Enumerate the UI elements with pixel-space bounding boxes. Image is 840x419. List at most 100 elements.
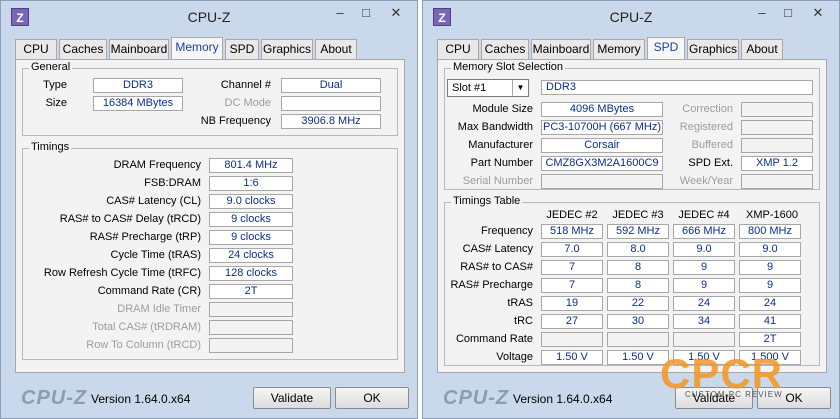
cpcr-watermark: CPCR CUSTOM PC REVIEW [660, 350, 800, 399]
registered-value [741, 120, 813, 135]
table-cell: 27 [541, 314, 603, 329]
module-size-value: 4096 MBytes [541, 102, 663, 117]
timing-label: Row Refresh Cycle Time (tRFC) [43, 267, 201, 279]
spd-ext-value: XMP 1.2 [741, 156, 813, 171]
week-year-value [741, 174, 813, 189]
chevron-down-icon[interactable]: ▼ [512, 80, 528, 96]
serial-number-value [541, 174, 663, 189]
cpuz-brand-logo: CPU-Z [21, 387, 88, 409]
timing-label: Row To Column (tRCD) [86, 339, 201, 351]
memory-slot-selection-group: Memory Slot Selection Slot #1 ▼ DDR3 Mod… [444, 61, 820, 190]
column-header: JEDEC #3 [612, 209, 664, 221]
title-bar[interactable]: Z CPU-Z – □ ✕ [1, 1, 417, 33]
tab-spd[interactable]: SPD [225, 39, 259, 59]
manufacturer-value: Corsair [541, 138, 663, 153]
tab-cpu[interactable]: CPU [437, 39, 479, 59]
minimize-icon[interactable]: – [751, 4, 773, 22]
tab-memory[interactable]: Memory [171, 37, 223, 60]
maximize-icon[interactable]: □ [777, 4, 799, 22]
timing-value: 9 clocks [209, 212, 293, 227]
registered-label: Registered [679, 121, 733, 133]
validate-button[interactable]: Validate [253, 387, 331, 409]
table-cell: 666 MHz [673, 224, 735, 239]
slot-group-title: Memory Slot Selection [451, 61, 566, 73]
tab-mainboard[interactable]: Mainboard [531, 39, 591, 59]
table-cell [541, 332, 603, 347]
timing-value [209, 302, 293, 317]
tab-caches[interactable]: Caches [59, 39, 107, 59]
tab-cpu[interactable]: CPU [15, 39, 57, 59]
tab-memory[interactable]: Memory [593, 39, 645, 59]
table-cell: 9 [739, 260, 801, 275]
part-number-label: Part Number [470, 157, 533, 169]
table-cell: 8 [607, 278, 669, 293]
timing-label: FSB:DRAM [144, 177, 201, 189]
ok-button[interactable]: OK [335, 387, 409, 409]
close-icon[interactable]: ✕ [379, 4, 413, 22]
timing-label: Command Rate (CR) [97, 285, 201, 297]
tab-graphics[interactable]: Graphics [687, 39, 739, 59]
table-row-label: Command Rate [455, 333, 533, 345]
table-cell: 24 [739, 296, 801, 311]
maximize-icon[interactable]: □ [355, 4, 377, 22]
table-cell: 9 [739, 278, 801, 293]
table-row-label: CAS# Latency [462, 243, 533, 255]
minimize-icon[interactable]: – [329, 4, 351, 22]
timing-value: 24 clocks [209, 248, 293, 263]
timings-table-title: Timings Table [451, 195, 523, 207]
table-row-label: RAS# Precharge [450, 279, 533, 291]
table-row-label: RAS# to CAS# [460, 261, 533, 273]
tab-spd[interactable]: SPD [647, 37, 685, 60]
dc-mode-value [281, 96, 381, 111]
table-cell: 7.0 [541, 242, 603, 257]
timing-value: 9 clocks [209, 230, 293, 245]
correction-value [741, 102, 813, 117]
timing-label: DRAM Idle Timer [117, 303, 201, 315]
timing-label: RAS# to CAS# Delay (tRCD) [59, 213, 201, 225]
column-header: XMP-1600 [746, 209, 798, 221]
timing-label: Cycle Time (tRAS) [110, 249, 201, 261]
table-cell: 19 [541, 296, 603, 311]
column-header: JEDEC #2 [546, 209, 598, 221]
timings-group-title: Timings [29, 141, 72, 153]
size-value: 16384 MBytes [93, 96, 183, 111]
memory-panel: General Type DDR3 Size 16384 MBytes Chan… [15, 59, 405, 373]
table-cell: 9 [673, 260, 735, 275]
tab-about[interactable]: About [315, 39, 357, 59]
timing-value: 128 clocks [209, 266, 293, 281]
version-text: Version 1.64.0.x64 [513, 392, 613, 406]
close-icon[interactable]: ✕ [801, 4, 835, 22]
size-label: Size [45, 97, 67, 109]
buffered-label: Buffered [691, 139, 733, 151]
max-bandwidth-label: Max Bandwidth [457, 121, 533, 133]
column-header: JEDEC #4 [678, 209, 730, 221]
timings-group: Timings DRAM Frequency 801.4 MHz FSB:DRA… [22, 141, 398, 360]
tab-about[interactable]: About [741, 39, 783, 59]
tab-mainboard[interactable]: Mainboard [109, 39, 169, 59]
spd-panel: Memory Slot Selection Slot #1 ▼ DDR3 Mod… [437, 59, 827, 373]
timing-value: 801.4 MHz [209, 158, 293, 173]
tab-caches[interactable]: Caches [481, 39, 529, 59]
table-cell: 518 MHz [541, 224, 603, 239]
slot-dropdown[interactable]: Slot #1 ▼ [447, 79, 529, 97]
week-year-label: Week/Year [679, 175, 733, 187]
table-cell: 9 [673, 278, 735, 293]
table-cell: 34 [673, 314, 735, 329]
table-cell: 9.0 [739, 242, 801, 257]
channel-value: Dual [281, 78, 381, 93]
table-row-label: tRC [514, 315, 533, 327]
timing-value: 2T [209, 284, 293, 299]
tab-graphics[interactable]: Graphics [261, 39, 313, 59]
timing-label: Total CAS# (tRDRAM) [92, 321, 201, 333]
timing-value [209, 320, 293, 335]
title-bar[interactable]: Z CPU-Z – □ ✕ [423, 1, 839, 33]
table-cell: 8 [607, 260, 669, 275]
type-value: DDR3 [93, 78, 183, 93]
general-group-title: General [29, 61, 73, 73]
timing-label: DRAM Frequency [113, 159, 201, 171]
timing-value [209, 338, 293, 353]
buffered-value [741, 138, 813, 153]
nb-frequency-label: NB Frequency [200, 115, 271, 127]
table-cell: 7 [541, 260, 603, 275]
table-cell [607, 332, 669, 347]
